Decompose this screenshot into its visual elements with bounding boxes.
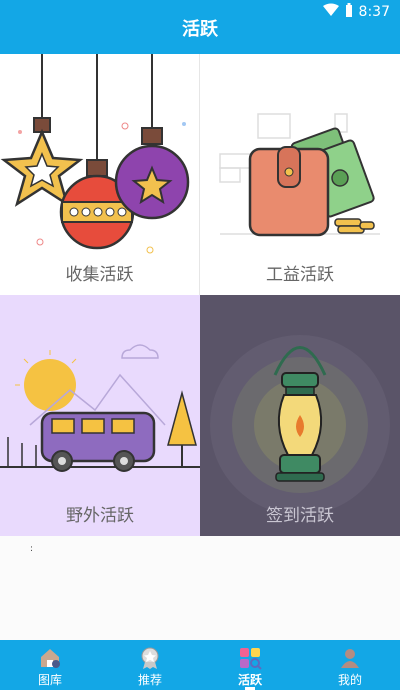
nav-label-mine: 我的 xyxy=(337,673,362,687)
home-icon xyxy=(38,646,62,670)
app-bar: 活跃 xyxy=(0,19,400,54)
page-title: 活跃 xyxy=(182,19,218,40)
medal-icon xyxy=(138,646,162,670)
tile-label-collect: 收集活跃 xyxy=(65,265,134,285)
activity-grid: 收集活跃 工益活跃 野外活跃 签到活跃 xyxy=(0,54,400,536)
nav-label-active: 活跃 xyxy=(237,673,262,687)
nav-item-active[interactable]: 活跃 xyxy=(200,640,300,690)
nav-item-mine[interactable]: 我的 xyxy=(300,640,400,690)
nav-item-recommend[interactable]: 推荐 xyxy=(100,640,200,690)
nav-item-gallery[interactable]: 图库 xyxy=(0,640,100,690)
tiles-icon xyxy=(238,646,262,670)
tile-outdoor[interactable]: 野外活跃 xyxy=(0,295,200,536)
lantern-illustration xyxy=(210,335,390,515)
empty-area: : xyxy=(0,536,400,640)
nav-label-gallery: 图库 xyxy=(37,673,62,687)
tile-public-welfare[interactable]: 工益活跃 xyxy=(200,54,400,295)
user-icon xyxy=(338,646,362,670)
bottom-nav: 图库 推荐 活跃 我的 xyxy=(0,640,400,690)
camper-van-illustration xyxy=(0,344,200,472)
nav-label-recommend: 推荐 xyxy=(137,673,162,687)
christmas-ornaments-illustration xyxy=(0,54,190,254)
tile-check-in[interactable]: 签到活跃 xyxy=(200,295,400,536)
tile-label-outdoor: 野外活跃 xyxy=(66,506,134,526)
placeholder-text: : xyxy=(30,544,34,554)
wallet-illustration xyxy=(219,113,380,237)
tile-label-public-welfare: 工益活跃 xyxy=(266,265,334,285)
tile-label-check-in: 签到活跃 xyxy=(266,506,334,526)
tile-collect[interactable]: 收集活跃 xyxy=(0,54,200,295)
